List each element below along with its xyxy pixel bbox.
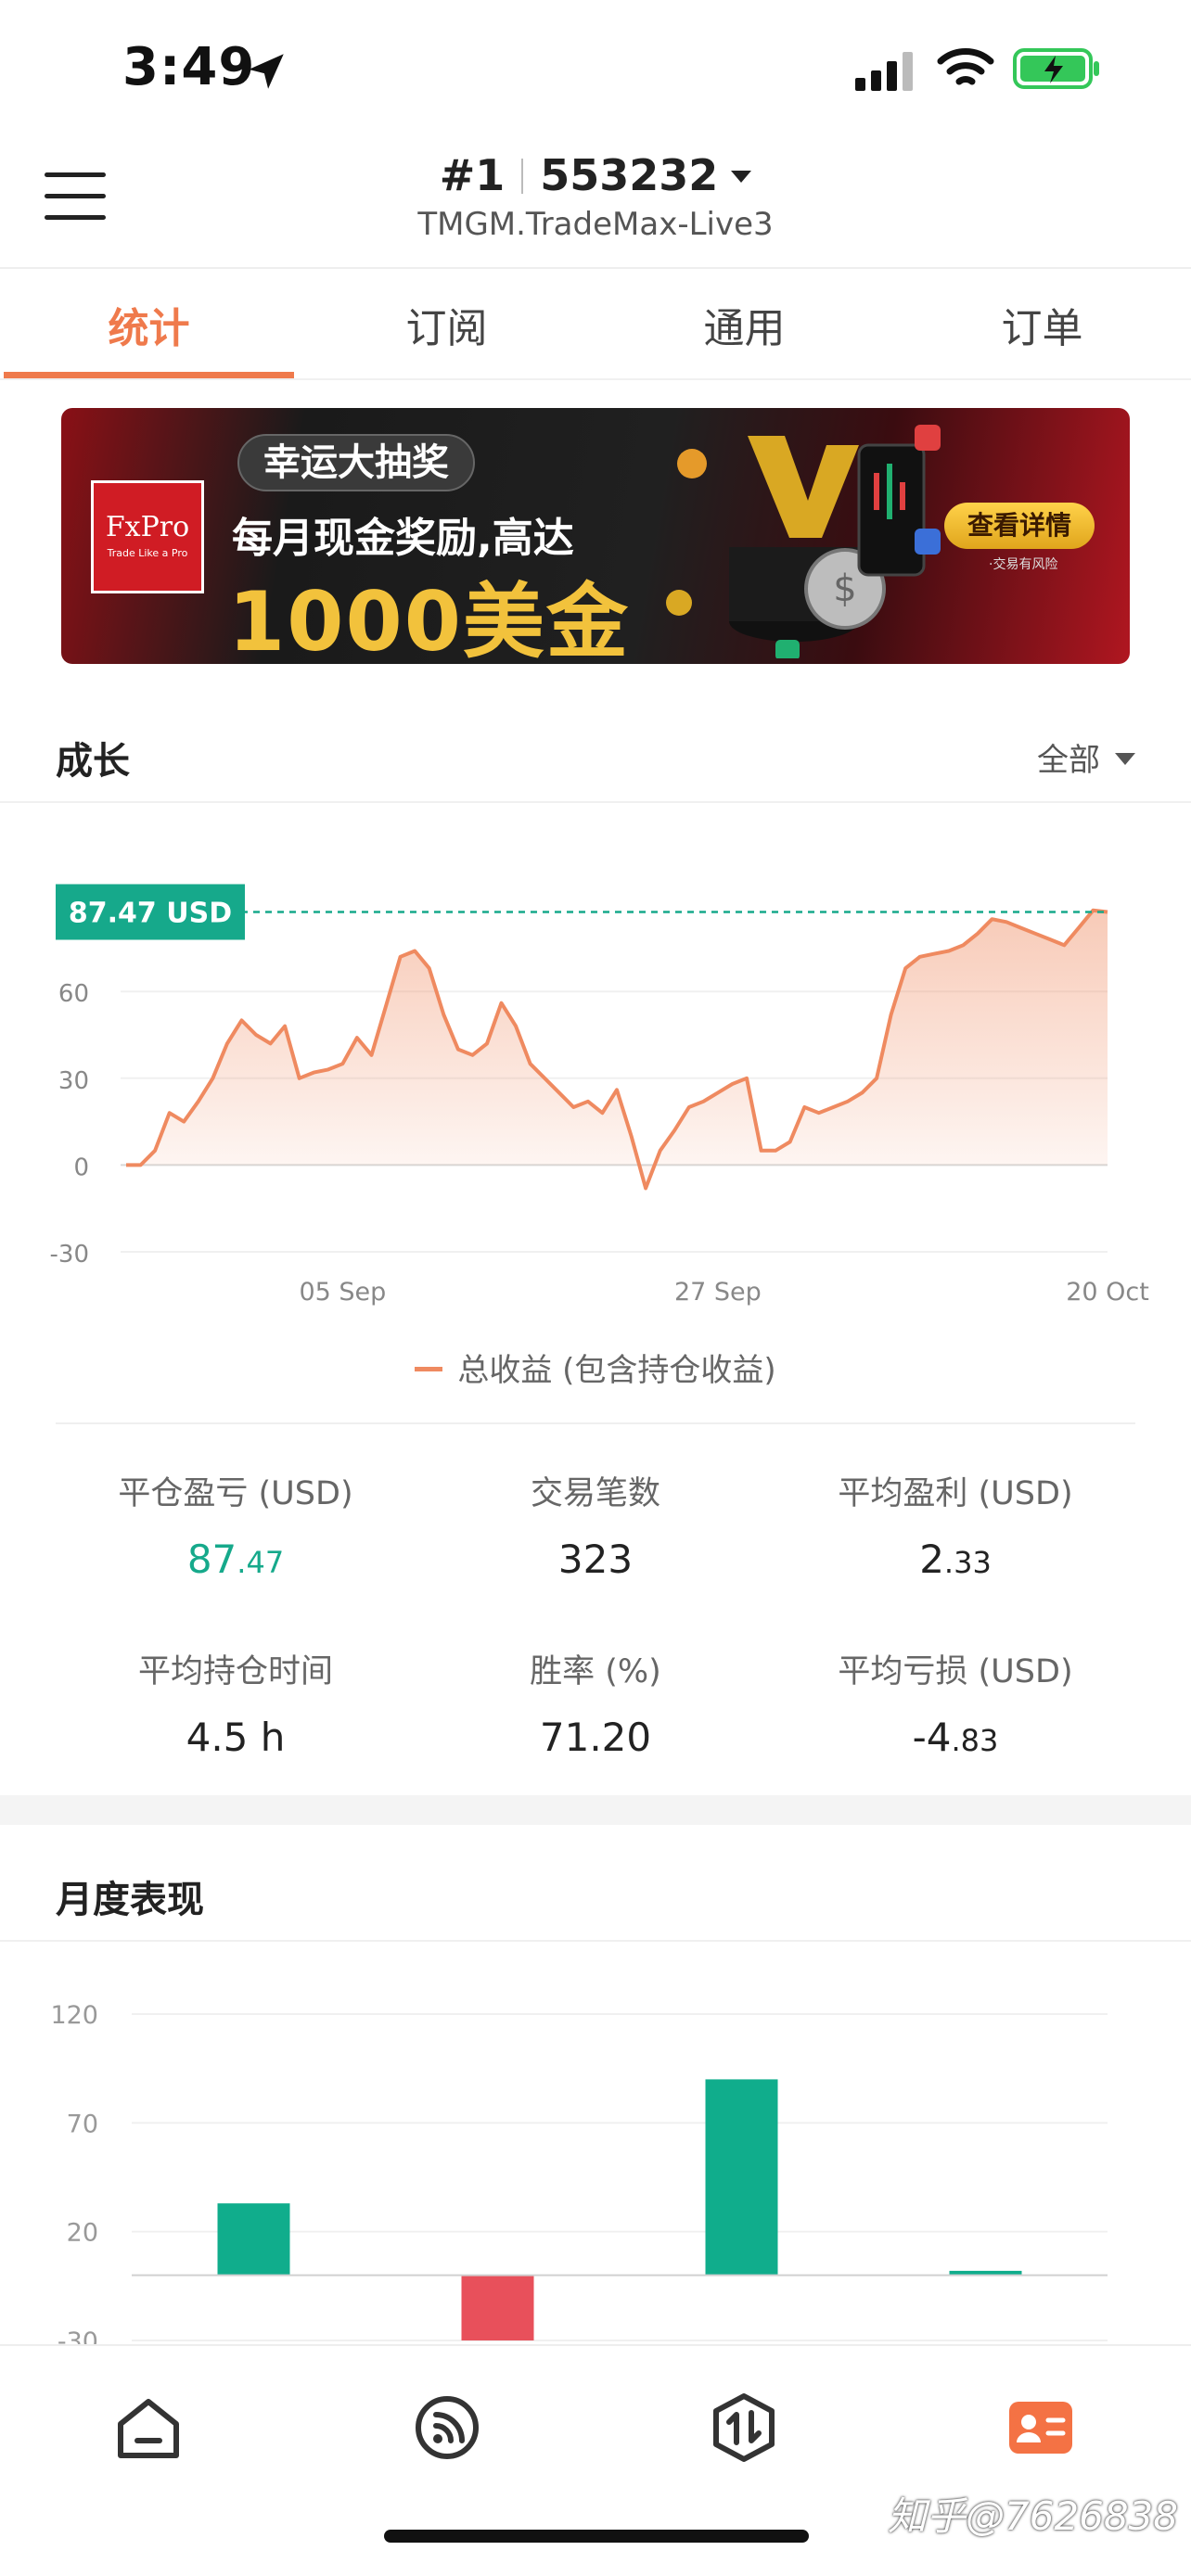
stat-label: 平均亏损 (USD) bbox=[838, 1653, 1073, 1690]
stat-label: 胜率 (%) bbox=[530, 1653, 661, 1690]
status-time: 3:49 bbox=[122, 37, 256, 97]
home-indicator bbox=[384, 2530, 809, 2543]
view-details-button[interactable]: 查看详情 bbox=[944, 503, 1095, 549]
value-badge-label: 87.47 USD bbox=[69, 897, 232, 929]
growth-section-header: 成长 全部 bbox=[0, 701, 1191, 803]
divider bbox=[56, 1422, 1135, 1424]
fxpro-logo: FxPro Trade Like a Pro bbox=[91, 480, 204, 593]
chevron-down-icon bbox=[731, 171, 752, 183]
stat-avg-hold-time: 平均持仓时间 4.5 h bbox=[37, 1645, 434, 1760]
section-gap bbox=[0, 1795, 1191, 1825]
growth-chart: 60300-3005 Sep27 Sep20 Oct11 Nov87.47 US… bbox=[50, 884, 1149, 1307]
y-tick-label: 120 bbox=[50, 2001, 98, 2030]
y-tick-label: 0 bbox=[73, 1154, 89, 1181]
y-tick-label: 70 bbox=[67, 2110, 98, 2138]
promo-illustration: $ bbox=[666, 425, 941, 658]
location-arrow-icon bbox=[249, 54, 284, 89]
x-tick-label: 20 Oct bbox=[1066, 1278, 1149, 1307]
legend-label: 总收益 (包含持仓收益) bbox=[457, 1352, 776, 1389]
wifi-icon bbox=[937, 48, 994, 85]
svg-text:$: $ bbox=[833, 567, 856, 610]
stat-label: 平均持仓时间 bbox=[137, 1653, 333, 1690]
monthly-chart: 120 70 20 -30 bbox=[50, 2001, 1108, 2344]
account-header: #1 553232 TMGM.TradeMax-Live3 bbox=[0, 130, 1191, 269]
stat-label: 平均盈利 (USD) bbox=[838, 1475, 1073, 1512]
stat-label: 平仓盈亏 (USD) bbox=[118, 1475, 353, 1512]
range-dropdown[interactable]: 全部 bbox=[1037, 734, 1135, 780]
server-name: TMGM.TradeMax-Live3 bbox=[417, 206, 774, 243]
y-tick-label: -30 bbox=[50, 1241, 89, 1269]
account-rank: #1 bbox=[439, 150, 506, 200]
profile-card-icon[interactable] bbox=[1004, 2391, 1078, 2465]
monthly-bar bbox=[705, 2079, 778, 2276]
tab-general[interactable]: 通用 bbox=[596, 271, 893, 378]
area-fill bbox=[126, 910, 1108, 1189]
growth-title: 成长 bbox=[56, 740, 130, 783]
y-tick-label: 30 bbox=[58, 1067, 89, 1095]
stat-value: 71.20 bbox=[539, 1715, 652, 1760]
tab-statistics[interactable]: 统计 bbox=[0, 271, 298, 378]
legend-swatch bbox=[415, 1367, 443, 1371]
promo-amount: 1000美金 bbox=[228, 574, 630, 664]
stat-value: 2.33 bbox=[919, 1537, 992, 1582]
signal-icon bbox=[855, 52, 913, 91]
stat-label: 交易笔数 bbox=[530, 1475, 660, 1512]
feed-icon[interactable] bbox=[410, 2391, 484, 2465]
promo-pill: 幸运大抽奖 bbox=[237, 434, 475, 491]
x-tick-label: 27 Sep bbox=[674, 1278, 762, 1307]
chart-legend: 总收益 (包含持仓收益) bbox=[0, 1345, 1191, 1390]
account-selector[interactable]: #1 553232 bbox=[0, 150, 1191, 200]
logo-tagline: Trade Like a Pro bbox=[107, 547, 188, 559]
x-tick-label: 05 Sep bbox=[299, 1278, 386, 1307]
logo-text: FxPro bbox=[105, 511, 190, 543]
stat-win-rate: 胜率 (%) 71.20 bbox=[397, 1645, 794, 1760]
y-tick-label: -30 bbox=[58, 2327, 98, 2344]
stat-value: 4.5 h bbox=[186, 1715, 286, 1760]
battery-charging-icon bbox=[1013, 48, 1099, 89]
tab-bar: 统计 订阅 通用 订单 bbox=[0, 271, 1191, 380]
watermark: 知乎@7626838 bbox=[887, 2493, 1178, 2539]
stat-avg-profit: 平均盈利 (USD) 2.33 bbox=[757, 1467, 1154, 1582]
chevron-down-icon bbox=[1115, 753, 1135, 765]
stat-avg-loss: 平均亏损 (USD) -4.83 bbox=[757, 1645, 1154, 1760]
stat-value: 323 bbox=[557, 1537, 634, 1582]
stat-value: -4.83 bbox=[912, 1715, 999, 1760]
stat-trade-count: 交易笔数 323 bbox=[397, 1467, 794, 1582]
home-icon[interactable] bbox=[111, 2391, 186, 2465]
risk-note: ·交易有风险 bbox=[989, 557, 1058, 572]
tab-orders[interactable]: 订单 bbox=[893, 271, 1191, 378]
y-tick-label: 20 bbox=[67, 2219, 98, 2248]
range-label: 全部 bbox=[1037, 742, 1100, 779]
stat-value: 87.47 bbox=[186, 1537, 285, 1582]
monthly-bar bbox=[461, 2275, 534, 2340]
account-number: 553232 bbox=[540, 150, 719, 200]
stat-closed-pnl: 平仓盈亏 (USD) 87.47 bbox=[37, 1467, 434, 1582]
promo-banner[interactable]: FxPro Trade Like a Pro 幸运大抽奖 每月现金奖励,高达 1… bbox=[61, 408, 1130, 664]
tab-subscriptions[interactable]: 订阅 bbox=[298, 271, 596, 378]
monthly-section-header: 月度表现 bbox=[0, 1840, 1191, 1942]
promo-subtitle: 每月现金奖励,高达 bbox=[232, 515, 574, 562]
status-bar: 3:49 bbox=[0, 0, 1191, 130]
y-tick-label: 60 bbox=[58, 980, 89, 1008]
monthly-bar bbox=[217, 2203, 290, 2276]
trade-icon[interactable] bbox=[707, 2391, 781, 2465]
monthly-title: 月度表现 bbox=[56, 1879, 204, 1921]
